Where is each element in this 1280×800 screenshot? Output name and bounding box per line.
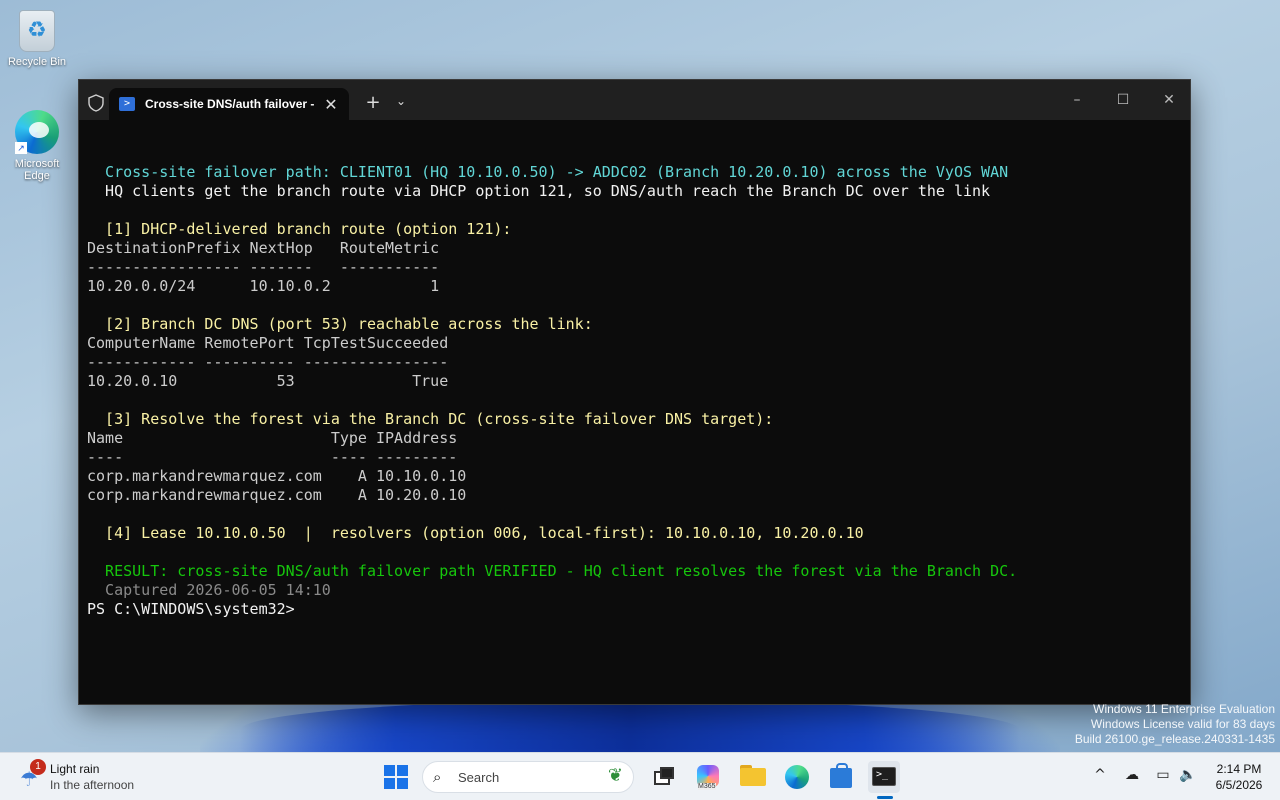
- tab-active[interactable]: > Cross-site DNS/auth failover - ✕: [109, 88, 349, 120]
- terminal-icon: [872, 767, 896, 786]
- active-indicator: [877, 796, 893, 799]
- edge-taskbar-button[interactable]: [781, 761, 813, 793]
- desktop-icon-recycle-bin[interactable]: Recycle Bin: [2, 10, 72, 68]
- console-line: RESULT: cross-site DNS/auth failover pat…: [87, 562, 1018, 580]
- desktop-icon-label: Recycle Bin: [7, 56, 67, 68]
- title-bar[interactable]: > Cross-site DNS/auth failover - ✕ + ⌄ –…: [79, 80, 1190, 120]
- network-icon[interactable]: ▭: [1153, 767, 1173, 783]
- weather-detail: In the afternoon: [50, 778, 135, 792]
- file-explorer-button[interactable]: [737, 761, 769, 793]
- search-icon: ⌕: [433, 768, 442, 786]
- terminal-window[interactable]: > Cross-site DNS/auth failover - ✕ + ⌄ –…: [78, 79, 1191, 705]
- edge-icon: [785, 765, 809, 789]
- plant-icon: ❦: [607, 765, 623, 786]
- watermark-line: Windows 11 Enterprise Evaluation: [1093, 702, 1275, 716]
- console-line: ----------------- ------- -----------: [87, 258, 440, 276]
- search-box[interactable]: ⌕ Search ❦: [422, 761, 634, 793]
- chevron-up-icon[interactable]: ^: [1090, 767, 1110, 783]
- close-button[interactable]: ✕: [1146, 88, 1192, 112]
- console-line: ------------ ---------- ----------------: [87, 353, 449, 371]
- console-line: corp.markandrewmarquez.com A 10.20.0.10: [87, 486, 467, 504]
- watermark-line: Windows License valid for 83 days: [1090, 717, 1275, 731]
- shield-icon: [88, 94, 104, 112]
- weather-widget[interactable]: ☂ 1 Light rain In the afternoon: [18, 759, 168, 795]
- console-line: 10.20.0.10 53 True: [87, 372, 449, 390]
- tab-title: Cross-site DNS/auth failover -: [145, 97, 315, 111]
- console-line: 10.20.0.0/24 10.10.0.2 1: [87, 277, 440, 295]
- wallpaper-bloom-base: [240, 700, 1020, 760]
- notification-badge: 1: [30, 759, 46, 775]
- volume-icon[interactable]: 🔈: [1178, 767, 1198, 783]
- console-line: HQ clients get the branch route via DHCP…: [87, 182, 991, 200]
- store-icon: [830, 763, 852, 788]
- console-line: ComputerName RemotePort TcpTestSucceeded: [87, 334, 449, 352]
- cloud-offline-icon[interactable]: ☁: [1122, 767, 1142, 783]
- console-line: Captured 2026-06-05 14:10: [87, 581, 331, 599]
- powershell-icon: >: [119, 97, 135, 111]
- copilot-button[interactable]: M365: [692, 761, 724, 793]
- console-line: [3] Resolve the forest via the Branch DC…: [87, 410, 774, 428]
- console-line: PS C:\WINDOWS\system32>: [87, 600, 295, 618]
- console-line: corp.markandrewmarquez.com A 10.10.0.10: [87, 467, 467, 485]
- console-line: [2] Branch DC DNS (port 53) reachable ac…: [87, 315, 593, 333]
- minimize-button[interactable]: –: [1054, 88, 1100, 112]
- console-line: ---- ---- ---------: [87, 448, 458, 466]
- tab-close-icon[interactable]: ✕: [323, 95, 339, 114]
- taskbar: ☂ 1 Light rain In the afternoon ⌕ Search…: [0, 752, 1280, 800]
- clock[interactable]: 2:14 PM 6/5/2026: [1206, 761, 1272, 793]
- shortcut-arrow-icon: ↗: [15, 142, 27, 154]
- recycle-bin-icon: [19, 10, 55, 52]
- console-line: Cross-site failover path: CLIENT01 (HQ 1…: [87, 163, 1009, 181]
- weather-condition: Light rain: [50, 762, 100, 776]
- edge-icon: ↗: [15, 110, 59, 154]
- console-line: Name Type IPAddress: [87, 429, 458, 447]
- m365-label: M365: [698, 783, 716, 790]
- new-tab-button[interactable]: +: [363, 92, 383, 113]
- folder-icon: [740, 768, 766, 786]
- clock-time: 2:14 PM: [1216, 762, 1262, 776]
- task-view-button[interactable]: [648, 761, 680, 793]
- desktop-icon-label: Microsoft Edge: [14, 158, 60, 182]
- store-button[interactable]: [825, 761, 857, 793]
- search-placeholder: Search: [458, 770, 500, 785]
- console-line: DestinationPrefix NextHop RouteMetric: [87, 239, 440, 257]
- console-line: [1] DHCP-delivered branch route (option …: [87, 220, 512, 238]
- clock-date: 6/5/2026: [1215, 778, 1263, 792]
- watermark-line: Build 26100.ge_release.240331-1435: [1074, 732, 1275, 746]
- windows-watermark: Windows 11 Enterprise Evaluation Windows…: [1075, 702, 1275, 747]
- terminal-taskbar-button[interactable]: [868, 761, 900, 799]
- console-line: [4] Lease 10.10.0.50 | resolvers (option…: [87, 524, 864, 542]
- console-output[interactable]: Cross-site failover path: CLIENT01 (HQ 1…: [87, 144, 1190, 704]
- desktop-icon-edge[interactable]: ↗ Microsoft Edge: [2, 110, 72, 182]
- chevron-down-icon[interactable]: ⌄: [393, 94, 409, 108]
- start-button[interactable]: [380, 761, 412, 793]
- maximize-button[interactable]: ☐: [1100, 88, 1146, 112]
